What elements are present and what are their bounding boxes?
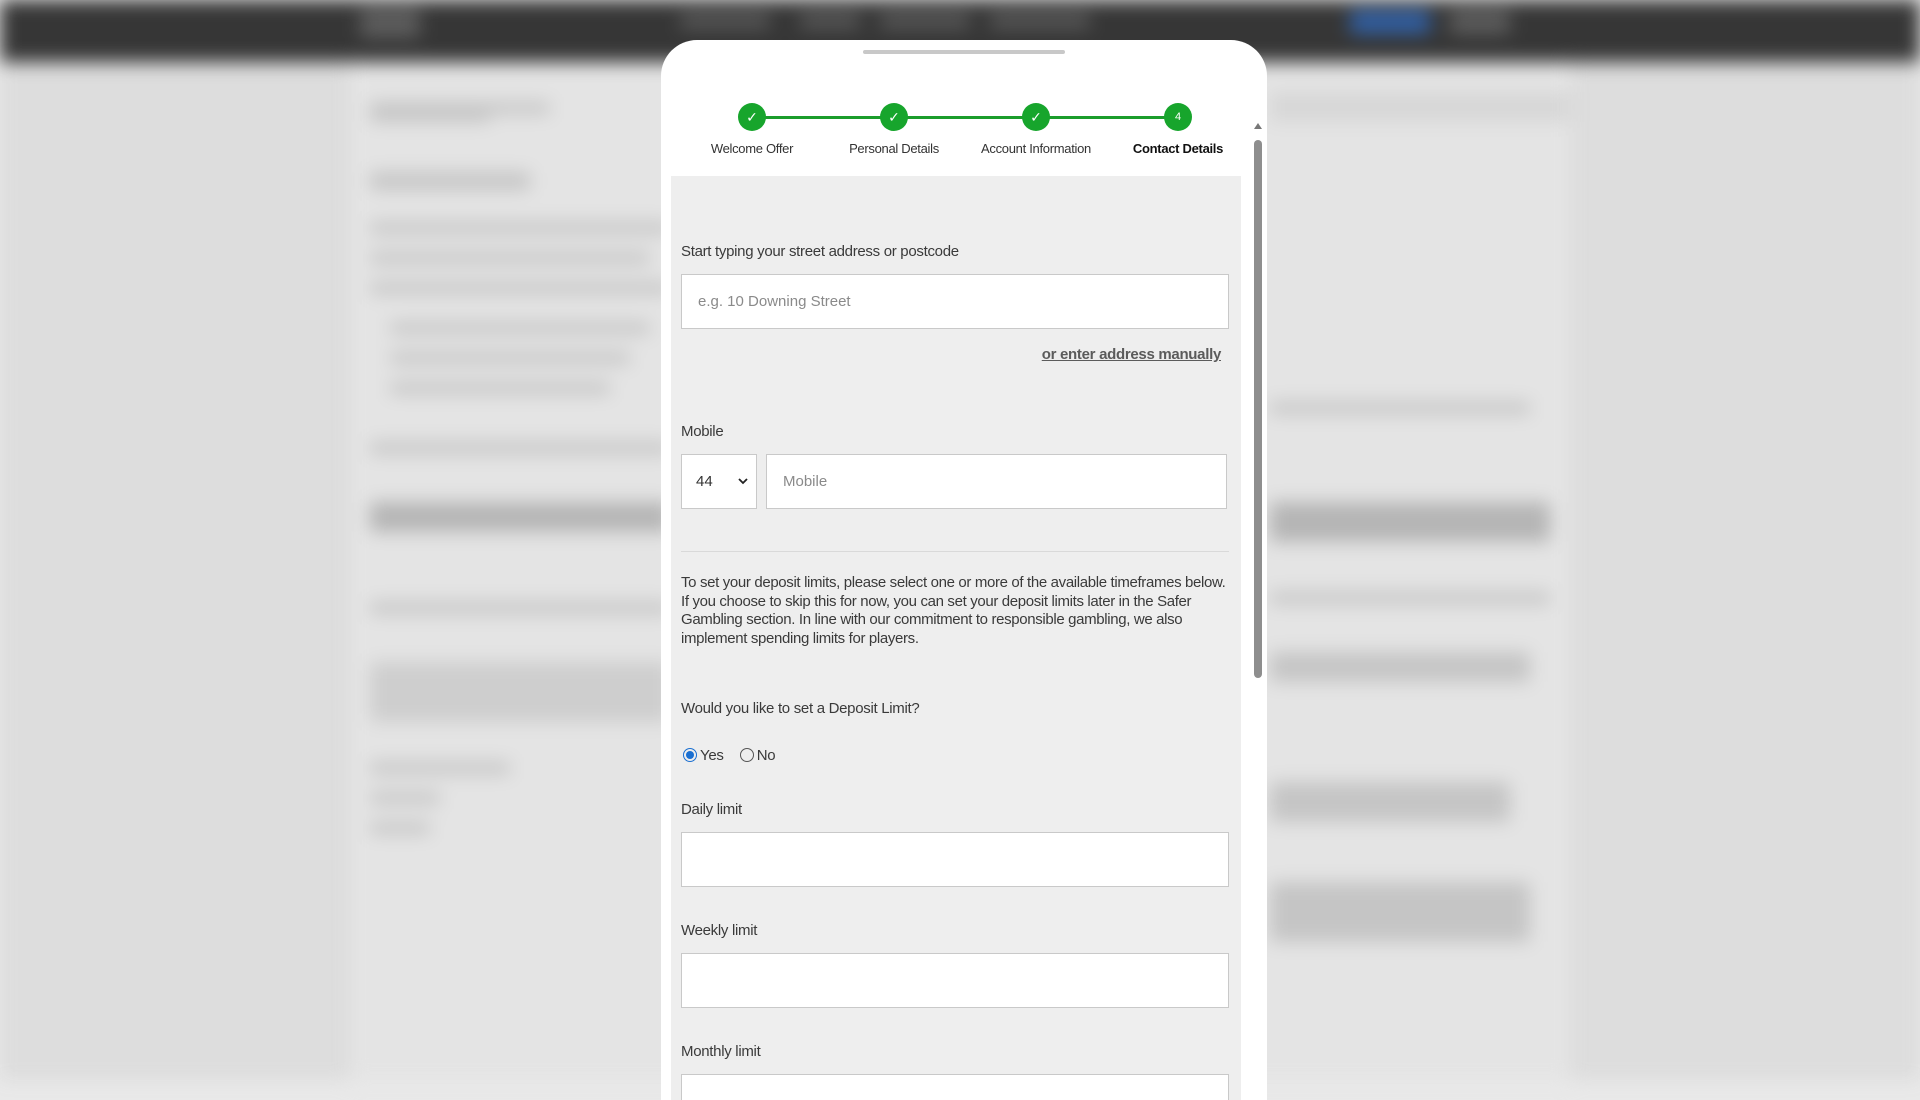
radio-label-yes: Yes	[700, 747, 724, 764]
modal-handle[interactable]	[863, 50, 1065, 54]
step-number-badge: 4	[1164, 103, 1192, 131]
registration-modal: ✓ Welcome Offer ✓ Personal Details ✓ Acc…	[661, 40, 1267, 1100]
monthly-limit-label: Monthly limit	[681, 1043, 761, 1060]
mobile-number-input[interactable]	[766, 454, 1227, 509]
radio-checked-icon[interactable]	[683, 748, 697, 762]
deposit-limit-no-option[interactable]: No	[739, 747, 776, 764]
step-label: Account Information	[981, 141, 1091, 156]
step-label: Welcome Offer	[710, 141, 794, 156]
radio-label-no: No	[756, 747, 776, 764]
step-account-information[interactable]: ✓ Account Information	[965, 100, 1107, 156]
deposit-limit-yes-option[interactable]: Yes	[683, 747, 724, 764]
weekly-limit-input[interactable]	[681, 953, 1229, 1008]
daily-limit-label: Daily limit	[681, 801, 742, 818]
deposit-limit-radio-group: Yes No	[683, 747, 787, 764]
modal-scrollbar[interactable]	[1253, 82, 1263, 1100]
weekly-limit-label: Weekly limit	[681, 922, 758, 939]
section-divider	[681, 551, 1229, 552]
step-welcome-offer[interactable]: ✓ Welcome Offer	[681, 100, 823, 156]
check-icon: ✓	[880, 103, 908, 131]
radio-unchecked-icon[interactable]	[739, 748, 754, 762]
address-search-input[interactable]	[681, 274, 1229, 329]
triangle-up-icon[interactable]	[1253, 122, 1263, 132]
step-contact-details[interactable]: 4 Contact Details	[1107, 100, 1249, 156]
enter-address-manually-link[interactable]: or enter address manually	[1042, 346, 1222, 363]
contact-details-form: Start typing your street address or post…	[671, 176, 1241, 1100]
check-icon: ✓	[738, 103, 766, 131]
check-icon: ✓	[1022, 103, 1050, 131]
step-label: Contact Details	[1132, 141, 1224, 156]
step-personal-details[interactable]: ✓ Personal Details	[823, 100, 965, 156]
deposit-limit-info: To set your deposit limits, please selec…	[681, 574, 1226, 647]
country-code-select[interactable]: 44	[681, 454, 757, 509]
scrollbar-thumb[interactable]	[1254, 140, 1262, 678]
address-label: Start typing your street address or post…	[681, 243, 959, 260]
daily-limit-input[interactable]	[681, 832, 1229, 887]
chevron-down-icon	[738, 455, 748, 508]
country-code-value: 44	[696, 473, 713, 490]
mobile-label: Mobile	[681, 423, 724, 440]
deposit-limit-question: Would you like to set a Deposit Limit?	[681, 700, 920, 717]
step-label: Personal Details	[849, 141, 939, 156]
monthly-limit-input[interactable]	[681, 1074, 1229, 1100]
